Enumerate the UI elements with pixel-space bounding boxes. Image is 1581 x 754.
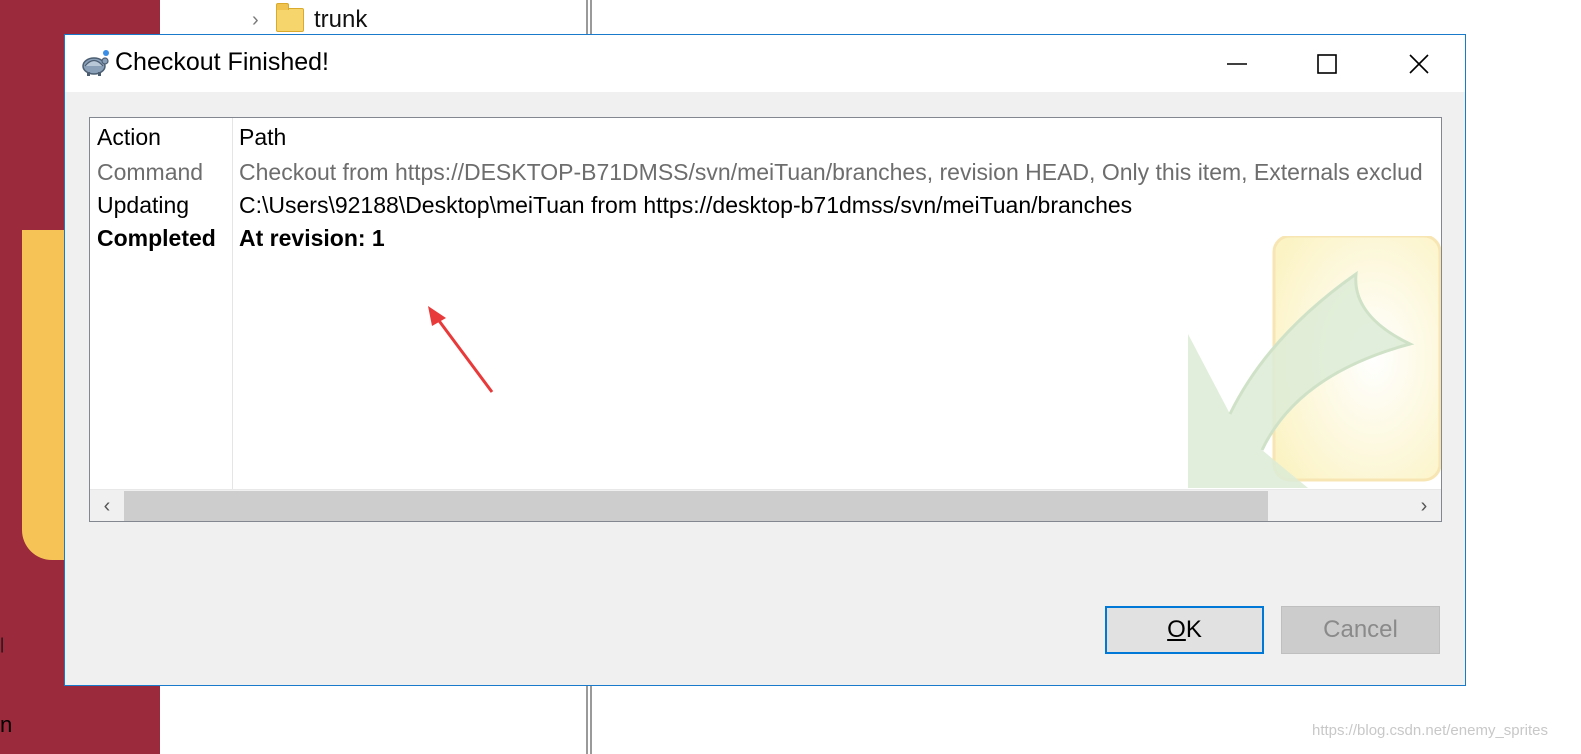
scroll-right-arrow-icon[interactable]: › bbox=[1407, 490, 1441, 521]
scroll-left-arrow-icon[interactable]: ‹ bbox=[90, 490, 124, 521]
close-button[interactable] bbox=[1373, 35, 1465, 92]
chevron-right-icon[interactable]: › bbox=[252, 9, 266, 32]
list-header: Action Path bbox=[90, 122, 1441, 155]
tree-item-trunk[interactable]: › trunk bbox=[252, 3, 368, 36]
list-row[interactable]: Completed At revision: 1 bbox=[90, 223, 1441, 256]
row-action: Updating bbox=[97, 192, 190, 218]
horizontal-scrollbar[interactable]: ‹ › bbox=[90, 489, 1441, 521]
action-log-list[interactable]: Action Path Command Checkout from https:… bbox=[89, 117, 1442, 522]
column-header-path[interactable]: Path bbox=[239, 124, 286, 151]
row-path: C:\Users\92188\Desktop\meiTuan from http… bbox=[239, 192, 1133, 218]
minimize-button[interactable] bbox=[1191, 35, 1283, 92]
ok-button[interactable]: OK bbox=[1105, 606, 1264, 654]
close-icon bbox=[1409, 53, 1429, 74]
column-header-action[interactable]: Action bbox=[97, 124, 161, 151]
annotation-arrow-icon bbox=[428, 306, 494, 393]
checkout-finished-dialog: Checkout Finished! Action Path Command C… bbox=[64, 34, 1466, 686]
tortoisesvn-icon bbox=[82, 50, 109, 76]
background-text-fragment: n bbox=[0, 712, 13, 737]
row-path: Checkout from https://DESKTOP-B71DMSS/sv… bbox=[239, 159, 1423, 185]
list-row[interactable]: Command Checkout from https://DESKTOP-B7… bbox=[90, 157, 1441, 190]
folder-icon bbox=[276, 3, 304, 32]
maximize-button[interactable] bbox=[1281, 35, 1373, 92]
dialog-title: Checkout Finished! bbox=[115, 48, 330, 76]
cancel-button[interactable]: Cancel bbox=[1281, 606, 1440, 654]
checkout-arrow-watermark-icon bbox=[1188, 236, 1441, 488]
row-path: At revision: 1 bbox=[239, 225, 385, 251]
row-action: Completed bbox=[97, 225, 216, 251]
minimize-icon bbox=[1227, 62, 1247, 65]
source-watermark: https://blog.csdn.net/enemy_sprites bbox=[1312, 722, 1548, 739]
tree-item-label: trunk bbox=[314, 6, 368, 33]
row-action: Command bbox=[97, 159, 204, 185]
list-row[interactable]: Updating C:\Users\92188\Desktop\meiTuan … bbox=[90, 190, 1441, 223]
maximize-icon bbox=[1317, 53, 1337, 74]
scrollbar-thumb[interactable] bbox=[124, 491, 1268, 521]
background-text-fragment: | bbox=[0, 636, 5, 653]
title-bar[interactable]: Checkout Finished! bbox=[65, 35, 1465, 92]
